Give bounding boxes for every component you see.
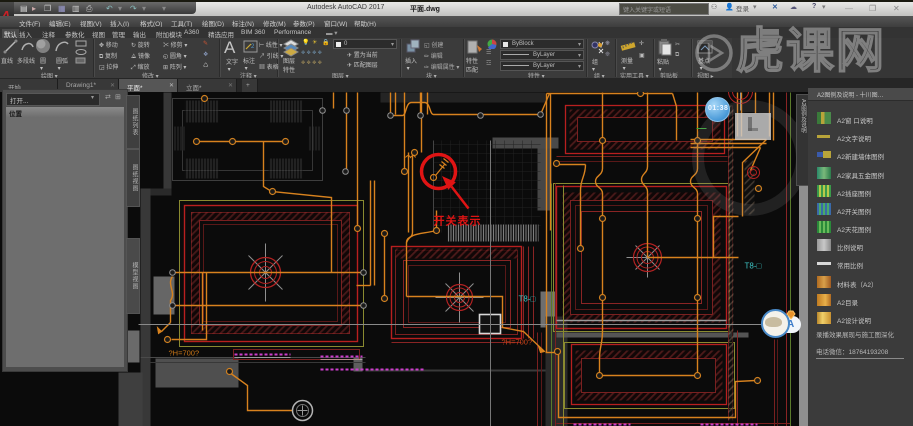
svg-text:2: 2 <box>251 44 255 50</box>
svg-text:开关表示: 开关表示 <box>434 214 482 228</box>
svg-text:T8-□: T8-□ <box>745 262 762 271</box>
svg-text:?H=700?: ?H=700? <box>169 349 200 358</box>
svg-text:?H=700?: ?H=700? <box>502 338 533 347</box>
svg-text:T8-□: T8-□ <box>519 295 536 304</box>
